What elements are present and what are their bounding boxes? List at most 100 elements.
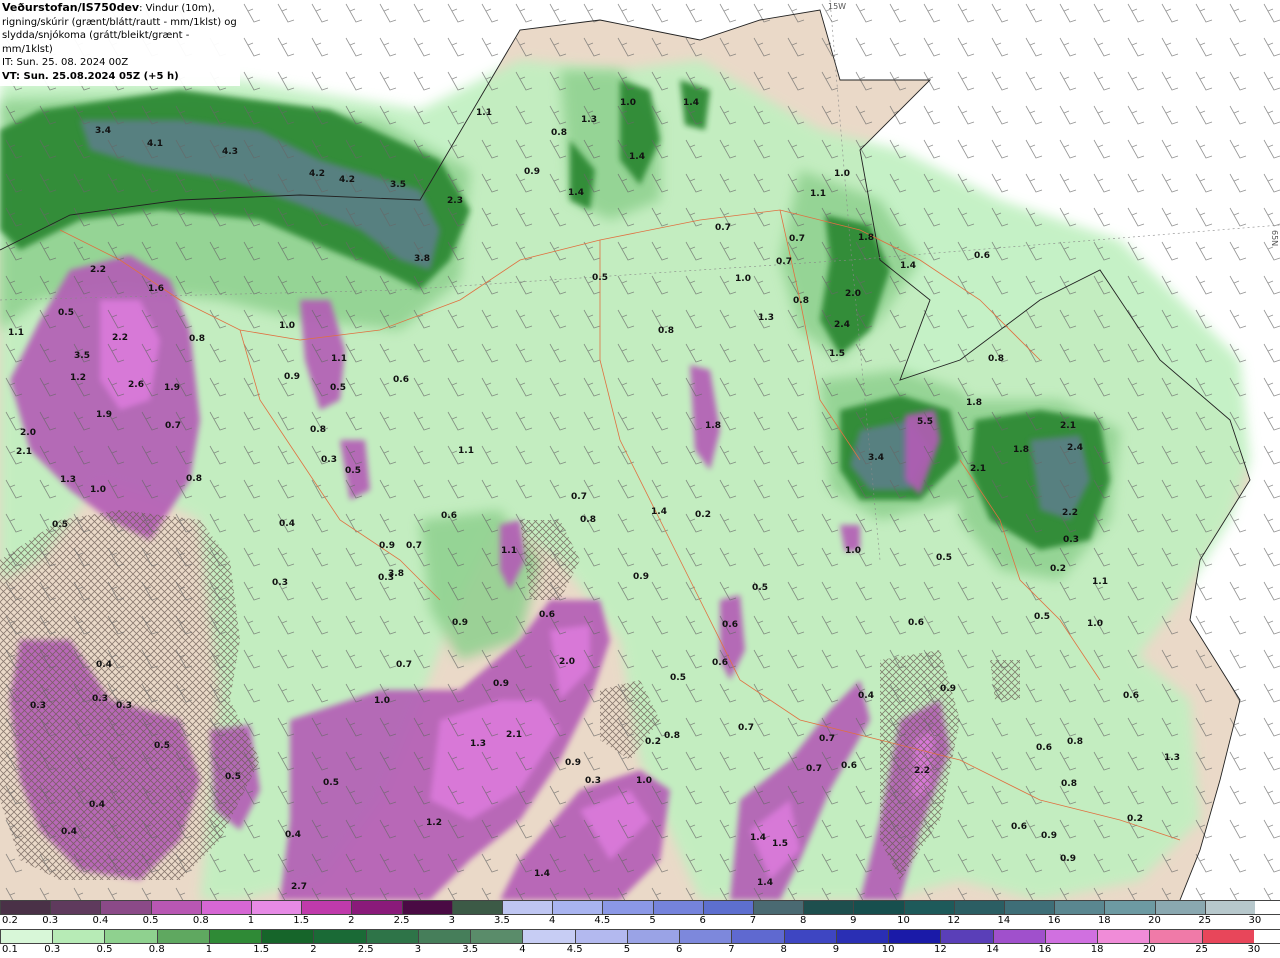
color-cell: [1003, 901, 1055, 914]
precip-value-label: 1.1: [331, 354, 347, 364]
precip-value-label: 0.9: [940, 684, 956, 694]
scale-tick-label: 5: [649, 915, 656, 926]
precip-value-label: 0.5: [936, 553, 952, 563]
scale-tick-label: 12: [947, 915, 961, 926]
precip-value-label: 0.9: [493, 679, 509, 689]
color-cell: [783, 930, 836, 943]
precip-value-label: 1.8: [1013, 445, 1029, 455]
precip-value-label: 0.2: [1050, 564, 1066, 574]
scale-tick-label: 14: [997, 915, 1011, 926]
snow-color-scale: 0.2 0.3 0.4 0.5 0.8 1 1.5 2 2.5 3 3.5 4 4.5 5 6 7 8 9 10 12…: [0, 900, 1280, 929]
scale-tick-label: 30: [1248, 915, 1262, 926]
precip-value-label: 0.9: [633, 572, 649, 582]
precip-value-label: 2.1: [970, 464, 986, 474]
color-cell: [1097, 930, 1150, 943]
precip-value-label: 0.7: [396, 660, 412, 670]
color-cell: [100, 901, 151, 914]
header-desc-2: rigning/skúrir (grænt/blátt/rautt - mm/1…: [2, 16, 237, 28]
scale-tick-label: 3.5: [494, 915, 510, 926]
precip-value-label: 3.5: [390, 180, 406, 190]
precip-value-label: 0.4: [279, 519, 295, 529]
scale-tick-label: 18: [1097, 915, 1111, 926]
precip-value-label: 4.1: [147, 139, 163, 149]
precip-value-label: 0.5: [225, 772, 241, 782]
precip-value-label: 1.3: [1164, 753, 1180, 763]
scale-tick-label: 1.5: [293, 915, 310, 926]
color-cell: [652, 901, 703, 914]
color-cell: [1204, 901, 1255, 914]
precip-value-label: 0.8: [310, 425, 326, 435]
precip-value-label: 1.4: [750, 833, 766, 843]
precip-value-label: 1.3: [581, 115, 597, 125]
precip-value-label: 3.5: [74, 351, 90, 361]
lon-label: 15W: [828, 2, 846, 11]
color-cell: [351, 901, 402, 914]
precip-value-label: 1.0: [845, 546, 861, 556]
scale-tick-label: 18: [1090, 944, 1104, 955]
precip-value-label: 0.8: [988, 354, 1004, 364]
precip-value-label: 0.3: [585, 776, 601, 786]
precip-value-label: 1.6: [148, 284, 164, 294]
map-header: Veðurstofan/IS750dev: Vindur (10m), rign…: [0, 0, 240, 86]
scale-tick-label: 1.5: [253, 944, 270, 955]
color-cell: [574, 930, 627, 943]
scale-tick-label: 1: [205, 944, 213, 955]
scale-tick-label: 7: [749, 915, 757, 926]
color-cell: [626, 930, 680, 943]
color-cell: [52, 930, 105, 943]
precip-value-label: 2.1: [506, 730, 522, 740]
precip-value-label: 0.2: [695, 510, 711, 520]
precip-value-label: 0.8: [189, 334, 205, 344]
color-cell: [250, 901, 302, 914]
precip-value-label: 4.3: [222, 147, 238, 157]
precip-value-label: 1.0: [279, 321, 295, 331]
color-cell: [888, 930, 941, 943]
precip-value-label: 0.9: [524, 167, 540, 177]
wind-barbs: [0, 0, 1280, 900]
precip-value-label: 0.6: [393, 375, 409, 385]
scale-tick-label: 6: [699, 915, 706, 926]
lat-label: 65N: [1270, 230, 1279, 246]
precip-value-label: 0.4: [61, 827, 77, 837]
color-cell: [156, 930, 209, 943]
precip-value-label: 0.7: [715, 223, 731, 233]
precip-value-label: 2.1: [16, 447, 32, 457]
precip-value-label: 0.6: [1036, 743, 1052, 753]
precip-value-label: 1.1: [8, 328, 24, 338]
precip-value-label: 1.1: [1092, 577, 1108, 587]
precip-value-label: 1.8: [966, 398, 982, 408]
color-cell: [261, 930, 314, 943]
scale-tick-label: 0.2: [2, 915, 18, 926]
scale-tick-label: 12: [934, 944, 947, 955]
color-cell: [992, 930, 1045, 943]
precip-value-label: 4.2: [339, 175, 355, 185]
color-cell: [0, 901, 51, 914]
color-cell: [470, 930, 523, 943]
header-desc-3: slydda/snjókoma (grátt/bleikt/grænt - mm…: [2, 30, 190, 55]
scale-tick-label: 0.5: [142, 915, 159, 926]
precip-value-label: 0.9: [1041, 831, 1057, 841]
color-cell: [150, 901, 201, 914]
precip-value-label: 2.2: [112, 333, 128, 343]
precip-value-label: 0.8: [658, 326, 674, 336]
scale-tick-label: 14: [986, 944, 1000, 955]
color-cell: [552, 901, 603, 914]
precip-value-label: 0.4: [285, 830, 301, 840]
precip-value-label: 0.6: [722, 620, 738, 630]
precip-value-label: 2.3: [447, 196, 463, 206]
precip-value-label: 0.5: [345, 466, 361, 476]
precip-value-label: 2.0: [845, 289, 861, 299]
valid-time: VT: Sun. 25.08.2024 05Z (+5 h): [2, 70, 179, 82]
precip-value-label: 1.5: [829, 349, 845, 359]
precip-value-label: 0.6: [539, 610, 555, 620]
precip-value-label: 0.7: [789, 234, 805, 244]
precip-value-label: 0.3: [30, 701, 46, 711]
precip-value-label: 0.8: [1061, 779, 1077, 789]
precip-value-label: 0.7: [776, 257, 792, 267]
scale-tick-label: 10: [897, 915, 910, 926]
scale-tick-label: 0.8: [148, 944, 165, 955]
precip-value-label: 0.6: [974, 251, 990, 261]
color-cell: [853, 901, 904, 914]
scale-tick-label: 4.5: [566, 944, 583, 955]
scale-tick-label: 4.5: [594, 915, 611, 926]
